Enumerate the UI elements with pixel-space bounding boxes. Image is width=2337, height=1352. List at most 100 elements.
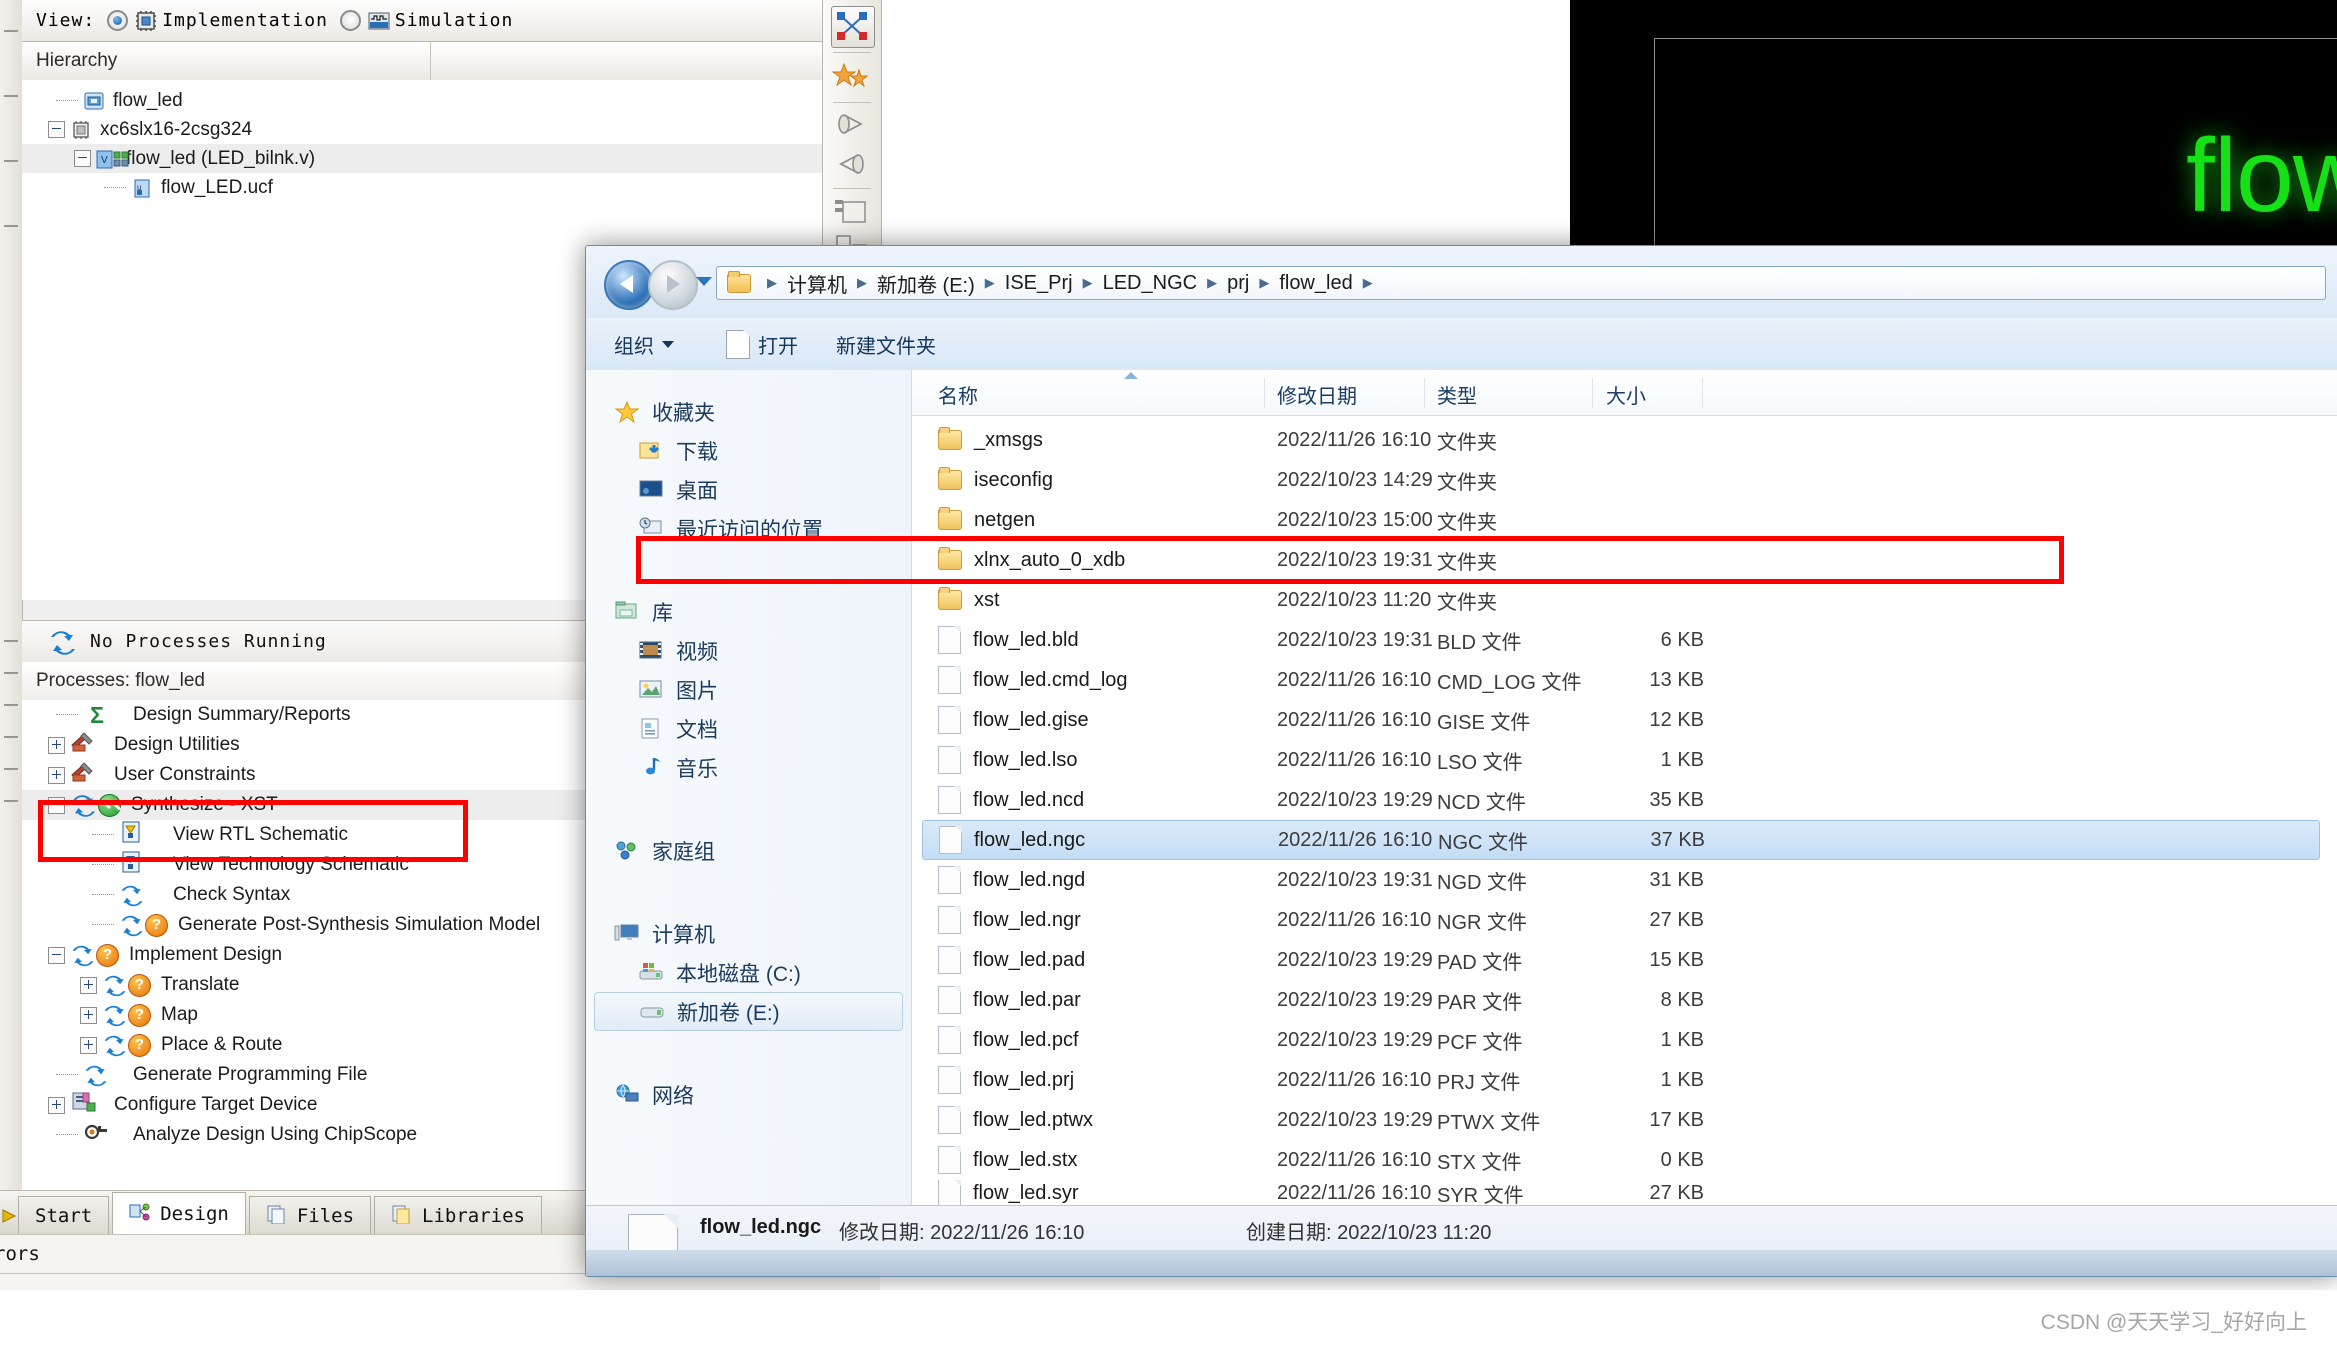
column-header-date[interactable]: 修改日期 (1277, 380, 1357, 409)
expander-plus-icon[interactable] (80, 1007, 97, 1024)
ise-left-dock-strip[interactable] (0, 0, 23, 1290)
hierarchy-row[interactable]: u flow_LED.ucf (22, 173, 822, 202)
nav-item-documents[interactable]: 文档 (586, 709, 911, 748)
forward-button[interactable] (648, 260, 698, 310)
expander-plus-icon[interactable] (48, 737, 65, 754)
breadcrumb-item-5[interactable]: flow_led (1279, 272, 1352, 295)
breadcrumb-item-1[interactable]: 新加卷 (E:) (877, 269, 975, 298)
file-size: 27 KB (1612, 1182, 1704, 1205)
file-row[interactable]: _xmsgs 2022/11/26 16:10 文件夹 (912, 420, 2337, 460)
expander-plus-icon[interactable] (48, 767, 65, 784)
nav-item-homegroup[interactable]: 家庭组 (586, 831, 911, 870)
file-row[interactable]: flow_led.gise 2022/11/26 16:10 GISE 文件 1… (912, 700, 2337, 740)
file-list-header[interactable]: 名称 修改日期 类型 大小 (912, 370, 2337, 416)
file-row[interactable]: flow_led.syr 2022/11/26 16:10 SYR 文件 27 … (912, 1180, 2337, 1206)
file-row[interactable]: flow_led.pad 2022/10/23 19:29 PAD 文件 15 … (912, 940, 2337, 980)
file-row[interactable]: flow_led.lso 2022/11/26 16:10 LSO 文件 1 K… (912, 740, 2337, 780)
nav-item-videos[interactable]: 视频 (586, 631, 911, 670)
file-row[interactable]: xst 2022/10/23 11:20 文件夹 (912, 580, 2337, 620)
file-row[interactable]: xlnx_auto_0_xdb 2022/10/23 19:31 文件夹 (912, 540, 2337, 580)
file-name: flow_led.prj (973, 1069, 1074, 1092)
back-button[interactable] (604, 260, 654, 310)
file-name: flow_led.stx (973, 1149, 1078, 1172)
radio-implementation[interactable] (107, 10, 128, 31)
nav-item-favorites[interactable]: 收藏夹 (586, 392, 911, 431)
file-type: PRJ 文件 (1437, 1066, 1520, 1095)
play-left-icon[interactable] (831, 146, 873, 186)
organize-button[interactable]: 组织 (614, 330, 674, 359)
nav-item-new-volume-e[interactable]: 新加卷 (E:) (594, 992, 903, 1031)
tree-connector (92, 924, 114, 926)
breadcrumb-item-2[interactable]: ISE_Prj (1005, 272, 1073, 295)
explorer-file-list[interactable]: 名称 修改日期 类型 大小 _xmsgs 2022/11/26 16:10 文件… (912, 370, 2337, 1205)
document-icon (726, 330, 750, 359)
file-row[interactable]: flow_led.prj 2022/11/26 16:10 PRJ 文件 1 K… (912, 1060, 2337, 1100)
file-name: iseconfig (974, 469, 1053, 492)
breadcrumb-item-3[interactable]: LED_NGC (1103, 272, 1197, 295)
file-type: PCF 文件 (1437, 1026, 1523, 1055)
column-header-size[interactable]: 大小 (1606, 380, 1646, 409)
details-modified-label: 修改日期: (839, 1222, 925, 1244)
expander-minus-icon[interactable] (74, 150, 91, 167)
nav-item-music[interactable]: 音乐 (586, 748, 911, 787)
file-row[interactable]: flow_led.par 2022/10/23 19:29 PAR 文件 8 K… (912, 980, 2337, 1020)
file-row[interactable]: flow_led.stx 2022/11/26 16:10 STX 文件 0 K… (912, 1140, 2337, 1180)
new-folder-button[interactable]: 新建文件夹 (836, 330, 936, 359)
schematic-view-icon[interactable] (831, 6, 875, 48)
file-row[interactable]: flow_led.ptwx 2022/10/23 19:29 PTWX 文件 1… (912, 1100, 2337, 1140)
column-header-name[interactable]: 名称 (938, 380, 978, 409)
nav-item-desktop[interactable]: 桌面 (586, 470, 911, 509)
address-bar[interactable]: ▶ 计算机 ▶ 新加卷 (E:) ▶ ISE_Prj ▶ LED_NGC ▶ p… (716, 266, 2326, 300)
file-name: xlnx_auto_0_xdb (974, 549, 1125, 572)
ise-vertical-toolbar[interactable] (822, 0, 882, 260)
hierarchy-row[interactable]: xc6slx16-2csg324 (22, 115, 822, 144)
column-header-type[interactable]: 类型 (1437, 380, 1477, 409)
file-row[interactable]: flow_led.ngd 2022/10/23 19:31 NGD 文件 31 … (912, 860, 2337, 900)
play-right-icon[interactable] (831, 106, 873, 146)
view-option-simulation[interactable]: Simulation (395, 10, 513, 31)
expander-plus-icon[interactable] (80, 1037, 97, 1054)
expander-minus-icon[interactable] (48, 797, 65, 814)
file-row-selected[interactable]: flow_led.ngc 2022/11/26 16:10 NGC 文件 37 … (922, 820, 2320, 860)
window-split-icon[interactable] (831, 194, 873, 234)
tab-libraries[interactable]: Libraries (374, 1196, 542, 1235)
tools-icon (70, 761, 100, 789)
tab-design[interactable]: Design (112, 1192, 246, 1235)
ucf-file-icon: u (131, 178, 153, 198)
hierarchy-row[interactable]: flow_led (22, 86, 822, 115)
file-row[interactable]: iseconfig 2022/10/23 14:29 文件夹 (912, 460, 2337, 500)
expander-plus-icon[interactable] (48, 1097, 65, 1114)
nav-item-downloads[interactable]: 下载 (586, 431, 911, 470)
nav-item-libraries[interactable]: 库 (586, 592, 911, 631)
radio-simulation[interactable] (340, 10, 361, 31)
file-row[interactable]: flow_led.ngr 2022/11/26 16:10 NGR 文件 27 … (912, 900, 2337, 940)
nav-item-recent-places[interactable]: 最近访问的位置 (586, 509, 911, 548)
expander-minus-icon[interactable] (48, 121, 65, 138)
open-button[interactable]: 打开 (726, 330, 798, 359)
view-option-implementation[interactable]: Implementation (162, 10, 328, 31)
file-type: 文件夹 (1437, 586, 1497, 615)
expander-minus-icon[interactable] (48, 947, 65, 964)
nav-item-local-disk-c[interactable]: 本地磁盘 (C:) (586, 953, 911, 992)
stars-icon[interactable] (831, 58, 873, 98)
expander-plus-icon[interactable] (80, 977, 97, 994)
hierarchy-row-selected[interactable]: V flow_led (LED_bilnk.v) (22, 144, 822, 173)
nav-item-network[interactable]: 网络 (586, 1075, 911, 1114)
tab-files[interactable]: Files (249, 1196, 371, 1235)
breadcrumb-item-0[interactable]: 计算机 (787, 269, 847, 298)
nav-item-computer[interactable]: 计算机 (586, 914, 911, 953)
nav-item-pictures[interactable]: 图片 (586, 670, 911, 709)
file-row[interactable]: netgen 2022/10/23 15:00 文件夹 (912, 500, 2337, 540)
file-row[interactable]: flow_led.pcf 2022/10/23 19:29 PCF 文件 1 K… (912, 1020, 2337, 1060)
explorer-navigation-pane[interactable]: 收藏夹 下载 桌面 (586, 370, 912, 1205)
hierarchy-row-label: xc6slx16-2csg324 (100, 119, 252, 141)
file-row[interactable]: flow_led.cmd_log 2022/11/26 16:10 CMD_LO… (912, 660, 2337, 700)
process-row-label: Design Summary/Reports (133, 704, 351, 726)
file-icon (938, 666, 961, 694)
file-row[interactable]: flow_led.bld 2022/10/23 19:31 BLD 文件 6 K… (912, 620, 2337, 660)
process-row-label: Synthesize - XST (131, 794, 278, 816)
recent-pages-dropdown-icon[interactable] (696, 277, 712, 286)
breadcrumb-item-4[interactable]: prj (1227, 272, 1249, 295)
file-row[interactable]: flow_led.ncd 2022/10/23 19:29 NCD 文件 35 … (912, 780, 2337, 820)
tab-start[interactable]: Start (18, 1196, 109, 1235)
